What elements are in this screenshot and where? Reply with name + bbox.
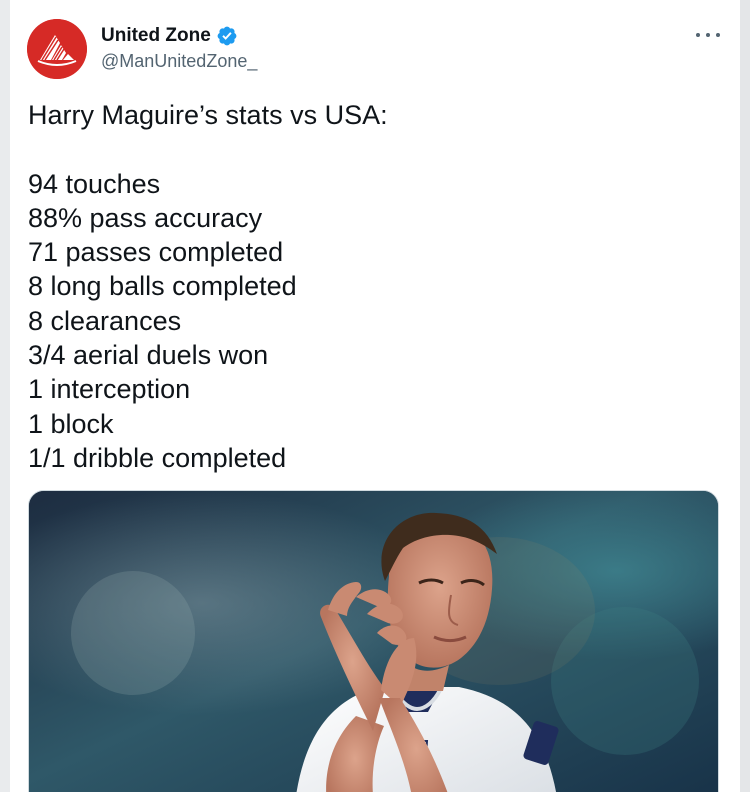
tweet-photo[interactable] <box>28 490 719 792</box>
avatar[interactable] <box>27 19 87 79</box>
verified-badge-icon <box>217 26 237 46</box>
author-name-row[interactable]: United Zone <box>101 24 238 48</box>
more-horizontal-icon[interactable] <box>696 28 720 42</box>
photo-icon <box>29 491 718 792</box>
tweet-card[interactable]: United Zone @ManUnitedZone_ Harry Maguir… <box>10 0 740 792</box>
tweet-text: Harry Maguire’s stats vs USA: 94 touches… <box>28 100 388 473</box>
author-handle[interactable]: @ManUnitedZone_ <box>101 50 257 72</box>
author-display-name[interactable]: United Zone <box>101 24 211 48</box>
page-edge-shade <box>740 0 750 792</box>
united-zone-logo <box>27 19 87 79</box>
